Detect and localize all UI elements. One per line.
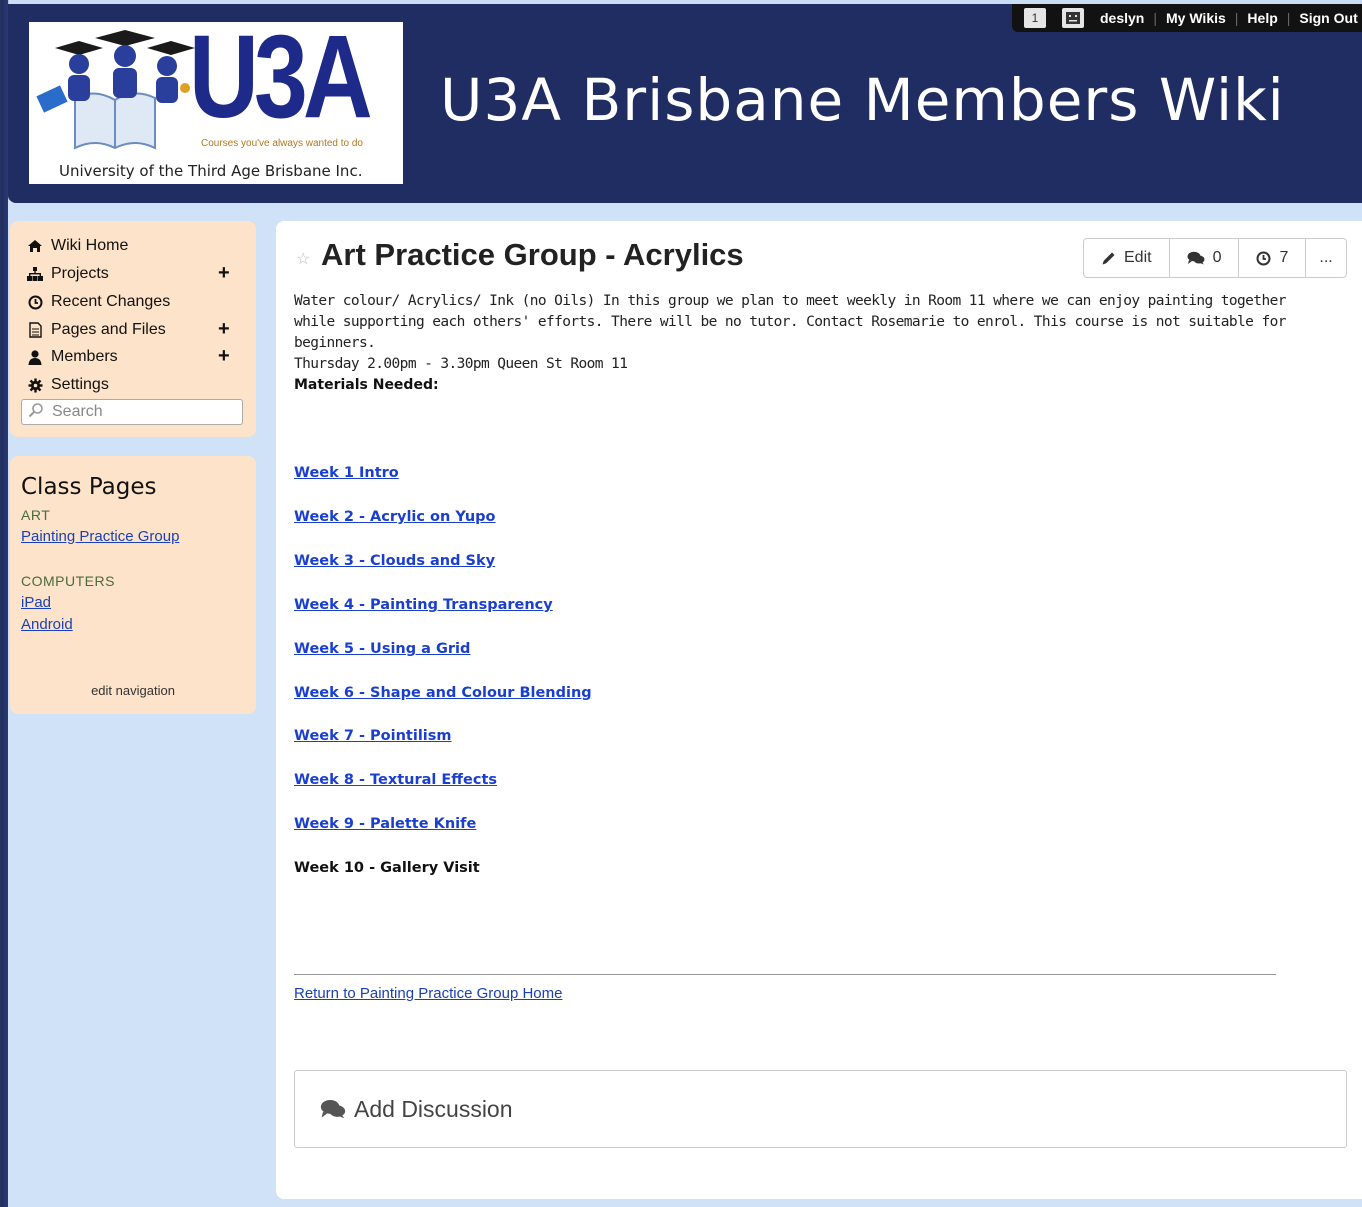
revisions-count: 7	[1279, 249, 1289, 266]
category-computers: COMPUTERS	[21, 573, 115, 589]
class-link-ipad[interactable]: iPad	[21, 594, 51, 611]
week-link[interactable]: Week 6 - Shape and Colour Blending	[294, 685, 592, 701]
nav-item-label: Projects	[51, 265, 109, 282]
class-link-android[interactable]: Android	[21, 616, 73, 633]
clock-icon	[1256, 251, 1271, 266]
topbar-separator: |	[1234, 10, 1239, 26]
user-topbar: 1 deslyn | My Wikis | Help | Sign Out	[1012, 4, 1362, 32]
week-link[interactable]: Week 3 - Clouds and Sky	[294, 553, 495, 569]
week-link[interactable]: Week 4 - Painting Transparency	[294, 597, 553, 613]
nav-item-label: Recent Changes	[51, 293, 171, 310]
page-actions: Edit 0 7 ...	[1083, 238, 1347, 278]
page-description: Water colour/ Acrylics/ Ink (no Oils) In…	[294, 291, 1294, 375]
sign-out-link[interactable]: Sign Out	[1299, 10, 1357, 26]
category-art: ART	[21, 507, 51, 523]
nav-item-pages-and-files[interactable]: Pages and Files	[26, 321, 166, 339]
search-box[interactable]	[21, 399, 243, 425]
week-link[interactable]: Week 8 - Textural Effects	[294, 772, 497, 788]
week-link[interactable]: Week 1 Intro	[294, 465, 399, 481]
edit-navigation-link[interactable]: edit navigation	[10, 683, 256, 698]
more-options-button[interactable]: ...	[1306, 239, 1345, 277]
divider	[294, 974, 1276, 975]
description-line: Water colour/ Acrylics/ Ink (no Oils) In…	[294, 293, 1286, 309]
search-input[interactable]	[50, 402, 234, 422]
site-title: U3A Brisbane Members Wiki	[440, 66, 1285, 134]
add-member-plus-icon[interactable]: +	[218, 345, 230, 368]
gear-icon	[26, 378, 44, 393]
class-pages-panel: Class Pages ART Painting Practice Group …	[10, 456, 256, 714]
logo-wordmark: U3A	[189, 11, 373, 143]
add-page-plus-icon[interactable]: +	[218, 318, 230, 341]
nav-item-members[interactable]: Members	[26, 348, 118, 366]
nav-item-wiki-home[interactable]: Wiki Home	[26, 237, 128, 255]
nav-item-label: Settings	[51, 376, 109, 393]
home-icon	[26, 239, 44, 253]
return-link[interactable]: Return to Painting Practice Group Home	[294, 985, 562, 1002]
file-icon	[26, 322, 44, 338]
page-title: Art Practice Group - Acrylics	[321, 237, 744, 272]
my-wikis-link[interactable]: My Wikis	[1166, 10, 1226, 26]
topbar-separator: |	[1286, 10, 1291, 26]
class-pages-title: Class Pages	[21, 474, 157, 500]
nav-item-settings[interactable]: Settings	[26, 376, 109, 394]
comments-icon	[1187, 251, 1205, 265]
pencil-icon	[1101, 251, 1116, 266]
week-item-text: Week 10 - Gallery Visit	[294, 860, 480, 876]
week-link[interactable]: Week 9 - Palette Knife	[294, 816, 476, 832]
notification-badge[interactable]: 1	[1024, 8, 1046, 28]
username-link[interactable]: deslyn	[1100, 10, 1144, 26]
add-project-plus-icon[interactable]: +	[218, 262, 230, 285]
nav-item-label: Pages and Files	[51, 321, 166, 338]
materials-heading: Materials Needed:	[294, 377, 439, 393]
site-logo[interactable]: U3A Courses you've always wanted to do U…	[29, 18, 403, 184]
logo-caption: University of the Third Age Brisbane Inc…	[59, 162, 363, 180]
clock-icon	[26, 295, 44, 310]
site-header: U3A Courses you've always wanted to do U…	[8, 4, 1362, 203]
week-link[interactable]: Week 2 - Acrylic on Yupo	[294, 509, 496, 525]
edit-button-label: Edit	[1124, 249, 1152, 266]
nav-item-label: Wiki Home	[51, 237, 129, 254]
topbar-separator: |	[1153, 10, 1157, 26]
sitemap-icon	[26, 267, 44, 281]
search-icon	[28, 402, 44, 423]
nav-item-projects[interactable]: Projects	[26, 265, 109, 283]
description-line: while supporting each others' efforts. T…	[294, 314, 1286, 351]
main-content: ☆ Art Practice Group - Acrylics Edit 0 7…	[276, 221, 1362, 1199]
star-icon[interactable]: ☆	[296, 249, 310, 269]
avatar-icon[interactable]	[1062, 8, 1084, 28]
comments-button[interactable]: 0	[1170, 239, 1240, 277]
sidebar-nav: Wiki Home Projects + Recent Changes Page…	[10, 221, 256, 437]
description-line: Thursday 2.00pm - 3.30pm Queen St Room 1…	[294, 356, 628, 372]
logo-people-icon	[36, 30, 195, 150]
comments-icon	[320, 1099, 346, 1119]
comments-count: 0	[1212, 249, 1222, 266]
class-link-painting-practice-group[interactable]: Painting Practice Group	[21, 528, 179, 545]
week-link[interactable]: Week 5 - Using a Grid	[294, 641, 470, 657]
add-discussion-button[interactable]: Add Discussion	[294, 1070, 1347, 1148]
user-icon	[26, 349, 44, 365]
edit-button[interactable]: Edit	[1084, 239, 1170, 277]
add-discussion-label: Add Discussion	[354, 1095, 513, 1122]
nav-item-recent-changes[interactable]: Recent Changes	[26, 293, 170, 311]
logo-tagline: Courses you've always wanted to do	[201, 138, 363, 149]
nav-item-label: Members	[51, 348, 118, 365]
help-link[interactable]: Help	[1247, 10, 1277, 26]
revisions-button[interactable]: 7	[1239, 239, 1307, 277]
week-link[interactable]: Week 7 - Pointilism	[294, 728, 452, 744]
